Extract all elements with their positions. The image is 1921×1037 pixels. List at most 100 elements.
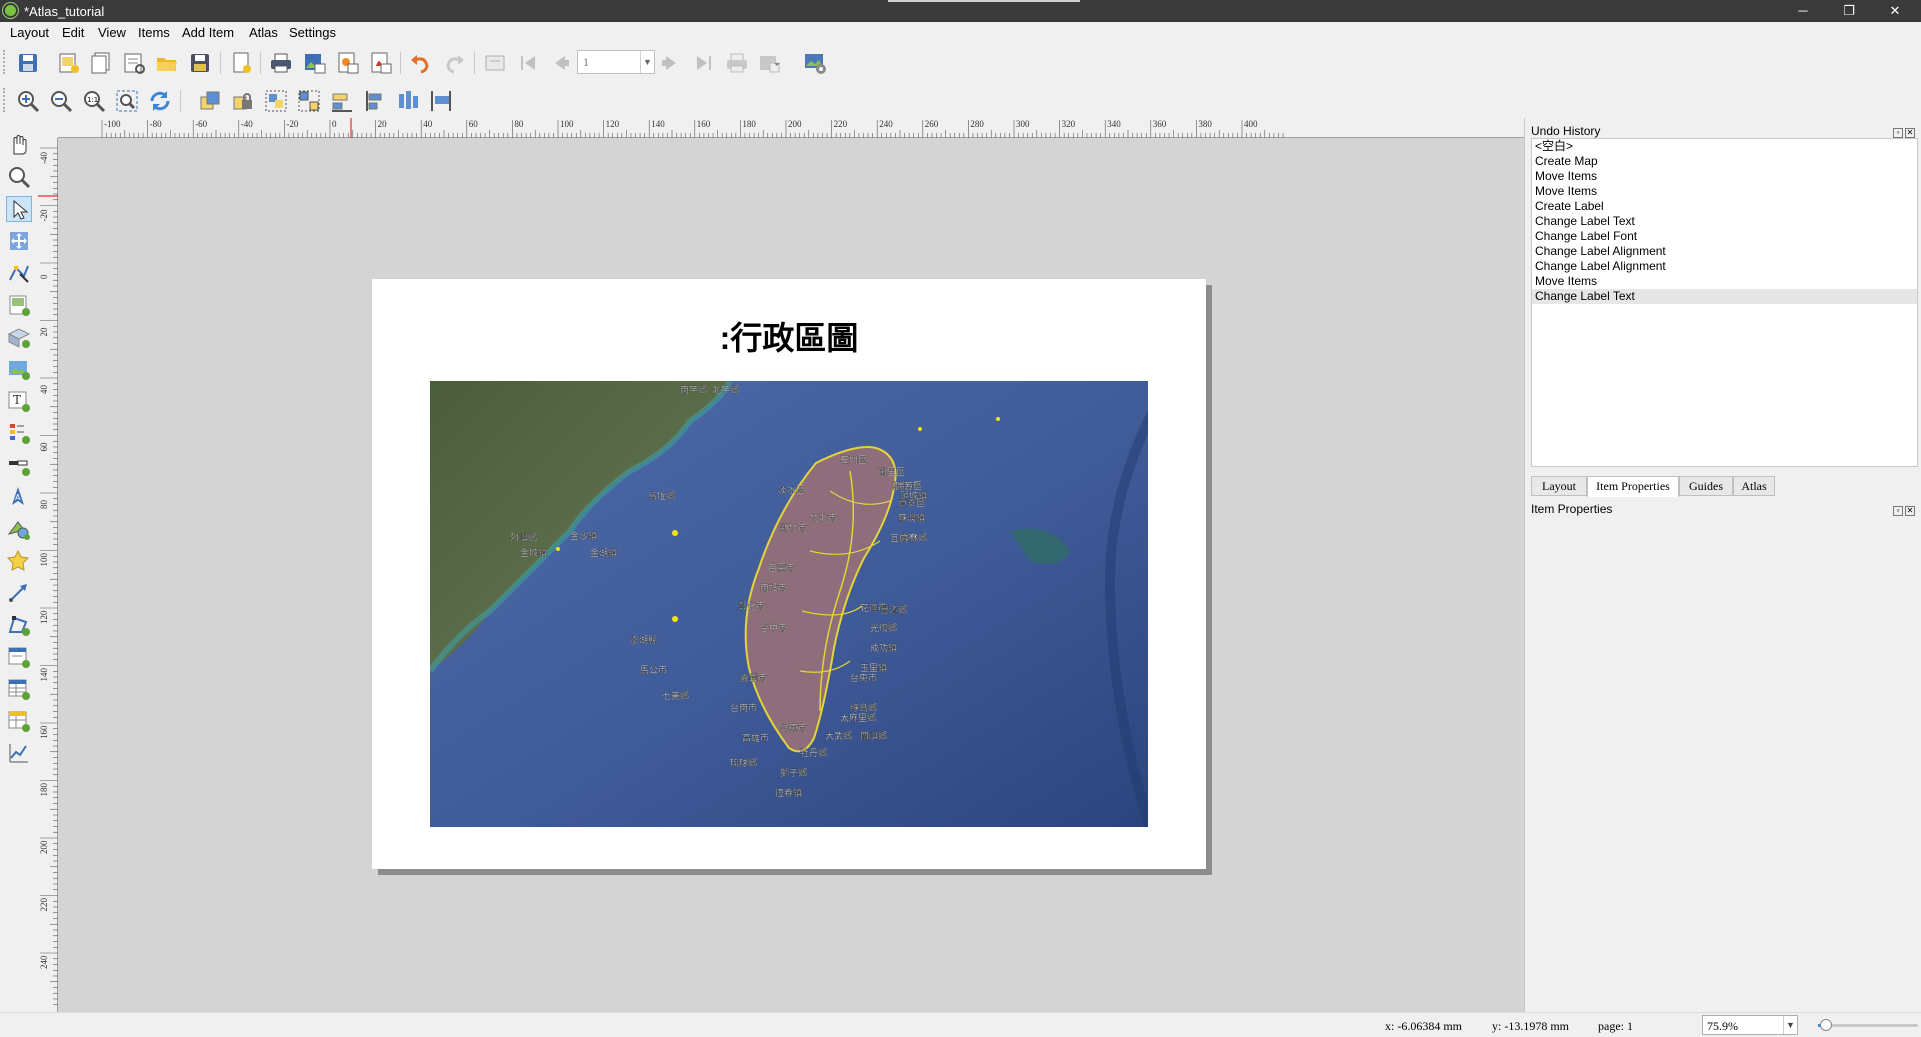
move-content-icon[interactable] [6,228,32,254]
export-pdf-icon[interactable] [367,50,393,76]
group-items-icon[interactable] [263,88,289,114]
feature-page-spinbox[interactable]: 1 ▼ [577,50,655,74]
add-scalebar-icon[interactable] [6,452,32,478]
redo-icon[interactable] [441,50,467,76]
lock-items-icon[interactable] [230,88,256,114]
export-atlas-icon[interactable] [757,50,783,76]
menu-edit[interactable]: Edit [62,25,84,40]
export-image-icon[interactable] [301,50,327,76]
atlas-preview-icon[interactable] [482,50,508,76]
zoom-slider[interactable] [1818,1019,1918,1031]
add-marker-icon[interactable] [6,548,32,574]
undo-icon[interactable] [408,50,434,76]
undo-item[interactable]: Change Label Alignment [1532,259,1917,274]
undo-item-selected[interactable]: Change Label Text [1532,289,1917,304]
undo-history-list[interactable]: <空白> Create Map Move Items Move Items Cr… [1531,138,1918,467]
vertical-ruler[interactable]: -40 -20 0 20 40 60 80 100 120 140 160 180 200 220 240 [38,138,58,1012]
add-arrow-icon[interactable] [6,580,32,606]
layout-page[interactable]: :行政區圖 南竿鄉 北竿鄉 烏坵鄉 金城鎮 金沙鎮 金湖鎮 烈嶼鄉 石門區 萬里… [372,279,1206,869]
undo-item[interactable]: Create Label [1532,199,1917,214]
close-button[interactable]: ✕ [1872,0,1918,22]
zoom-full-icon[interactable] [114,88,140,114]
float-icon[interactable]: ▫ [1893,506,1903,516]
menu-items[interactable]: Items [138,25,170,40]
menu-layout[interactable]: Layout [10,25,49,40]
toolbar-grip[interactable] [3,88,7,112]
open-template-icon[interactable] [154,50,180,76]
add-attribute-table-icon[interactable] [6,676,32,702]
minimize-button[interactable]: ─ [1780,0,1826,22]
duplicate-layout-icon[interactable] [88,50,114,76]
horizontal-ruler[interactable]: -100 -80 -60 -40 -20 0 20 40 60 80 100 120 140 160 180… [58,118,1524,138]
undo-item[interactable]: Change Label Font [1532,229,1917,244]
new-layout-icon[interactable] [55,50,81,76]
resize-items-icon[interactable] [395,88,421,114]
undo-item[interactable]: <空白> [1532,139,1917,154]
chevron-down-icon[interactable]: ▼ [1783,1016,1797,1034]
last-feature-icon[interactable] [691,50,717,76]
menu-settings[interactable]: Settings [289,25,336,40]
zoom-100-icon[interactable]: 1:1 [81,88,107,114]
restore-button[interactable]: ❐ [1826,0,1872,22]
zoom-out-icon[interactable] [48,88,74,114]
undo-item[interactable]: Change Label Alignment [1532,244,1917,259]
undo-item[interactable]: Move Items [1532,169,1917,184]
close-icon[interactable]: ✕ [1905,506,1915,516]
menu-view[interactable]: View [98,25,126,40]
zoom-in-icon[interactable] [15,88,41,114]
undo-item[interactable]: Move Items [1532,274,1917,289]
pan-icon[interactable] [6,132,32,158]
add-elevation-profile-icon[interactable] [6,740,32,766]
add-3d-map-icon[interactable] [6,324,32,350]
add-legend-icon[interactable] [6,420,32,446]
ruler-tick-label: -20 [39,209,49,221]
map-title-label[interactable]: :行政區圖 [372,313,1206,359]
save-icon[interactable] [15,50,41,76]
ruler-tick-label: 80 [39,500,49,510]
resize-width-icon[interactable] [428,88,454,114]
align-items-icon[interactable] [329,88,355,114]
add-html-icon[interactable] [6,644,32,670]
previous-feature-icon[interactable] [547,50,573,76]
menu-add-item[interactable]: Add Item [182,25,234,40]
tab-item-properties[interactable]: Item Properties [1587,476,1679,497]
new-page-icon[interactable] [228,50,254,76]
export-svg-icon[interactable] [334,50,360,76]
add-label-icon[interactable]: T [6,388,32,414]
menu-atlas[interactable]: Atlas [249,25,278,40]
layout-manager-icon[interactable] [121,50,147,76]
next-feature-icon[interactable] [658,50,684,76]
zoom-combo[interactable]: 75.9% ▼ [1702,1015,1798,1035]
print-atlas-icon[interactable] [724,50,750,76]
atlas-settings-icon[interactable] [802,50,828,76]
save-template-icon[interactable] [187,50,213,76]
undo-item[interactable]: Move Items [1532,184,1917,199]
add-fixed-table-icon[interactable] [6,708,32,734]
distribute-items-icon[interactable] [362,88,388,114]
layout-canvas[interactable]: :行政區圖 南竿鄉 北竿鄉 烏坵鄉 金城鎮 金沙鎮 金湖鎮 烈嶼鄉 石門區 萬里… [58,138,1524,1012]
tab-atlas[interactable]: Atlas [1733,476,1775,496]
add-north-arrow-icon[interactable]: A [6,484,32,510]
add-map-icon[interactable] [6,292,32,318]
map-item[interactable]: 南竿鄉 北竿鄉 烏坵鄉 金城鎮 金沙鎮 金湖鎮 烈嶼鄉 石門區 萬里區 淡水區 基隆市 新竹市 竹北市苗… [430,381,1148,827]
chevron-down-icon[interactable]: ▼ [640,51,654,73]
print-icon[interactable] [268,50,294,76]
add-picture-icon[interactable] [6,356,32,382]
ungroup-items-icon[interactable] [296,88,322,114]
tab-layout[interactable]: Layout [1531,476,1587,496]
refresh-icon[interactable] [147,88,173,114]
raise-items-icon[interactable] [197,88,223,114]
undo-item[interactable]: Change Label Text [1532,214,1917,229]
toolbar-grip[interactable] [3,50,7,74]
zoom-tool-icon[interactable] [6,164,32,190]
add-node-item-icon[interactable] [6,612,32,638]
add-shape-icon[interactable] [6,516,32,542]
float-icon[interactable]: ▫ [1893,128,1903,138]
tab-guides[interactable]: Guides [1679,476,1733,496]
edit-nodes-icon[interactable] [6,260,32,286]
undo-item[interactable]: Create Map [1532,154,1917,169]
close-icon[interactable]: ✕ [1905,128,1915,138]
first-feature-icon[interactable] [515,50,541,76]
zoom-slider-handle[interactable] [1820,1019,1832,1031]
select-move-icon[interactable] [6,196,32,222]
